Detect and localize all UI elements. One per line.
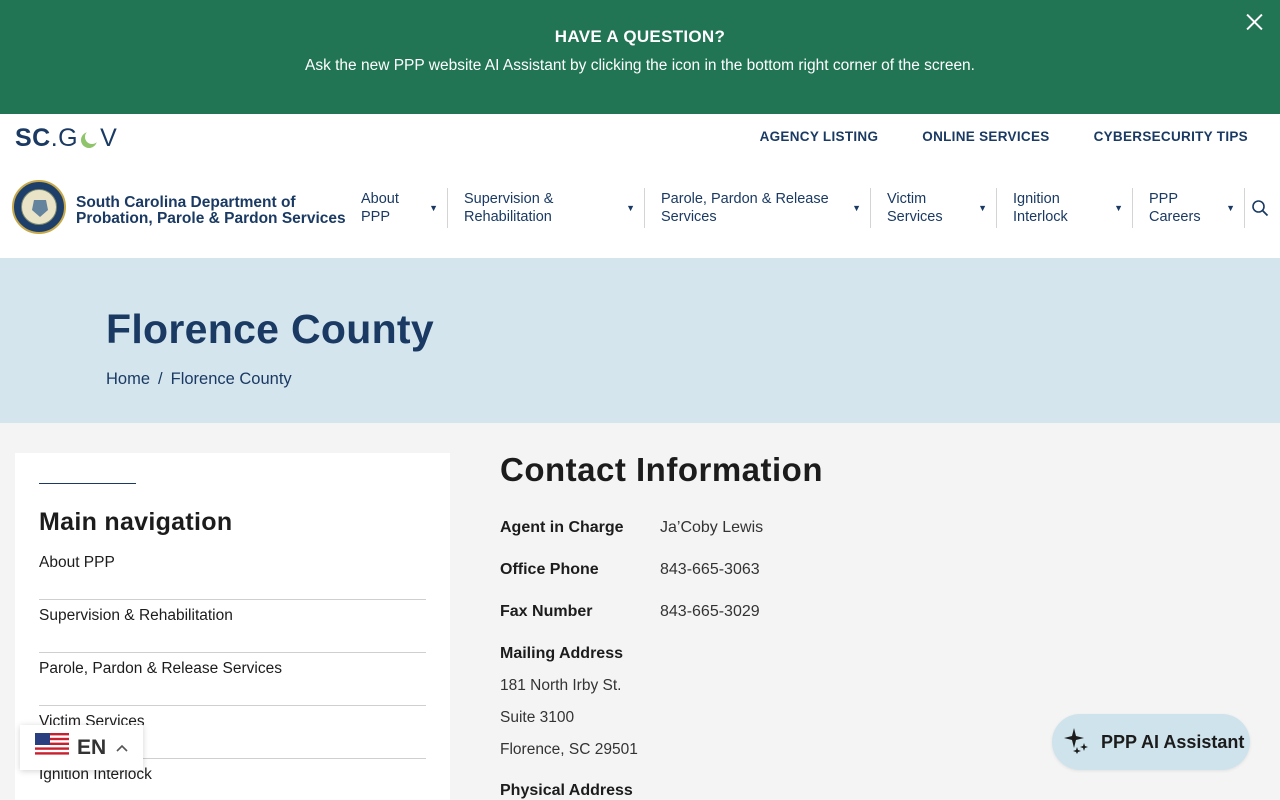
scgov-sc-text: SC: [15, 123, 51, 152]
scgov-g-text: .G: [50, 123, 79, 152]
mailing-address-line: Florence, SC 29501: [500, 741, 638, 758]
breadcrumb: Home / Florence County: [106, 370, 292, 389]
nav-ignition-interlock[interactable]: Ignition Interlock ▼: [997, 188, 1133, 228]
nav-line1: Supervision &: [464, 191, 554, 207]
breadcrumb-home[interactable]: Home: [106, 370, 150, 389]
fax-label: Fax Number: [500, 603, 593, 620]
banner-title: HAVE A QUESTION?: [554, 27, 726, 46]
nav-label: About PPP: [361, 190, 399, 226]
agency-seal-logo[interactable]: [12, 180, 66, 234]
nav-label: Supervision & Rehabilitation: [464, 190, 553, 226]
nav-line1: Parole, Pardon & Release: [661, 191, 829, 207]
physical-address-label: Physical Address: [500, 782, 633, 799]
nav-supervision[interactable]: Supervision & Rehabilitation ▼: [448, 188, 645, 228]
mailing-address-label: Mailing Address: [500, 645, 623, 662]
caret-down-icon: ▼: [852, 203, 861, 213]
nav-victim-services[interactable]: Victim Services ▼: [871, 188, 997, 228]
site-header: SC .G V AGENCY LISTING ONLINE SERVICES C…: [0, 114, 1280, 258]
caret-down-icon: ▼: [429, 203, 438, 213]
chevron-up-icon: [116, 739, 128, 757]
agent-label: Agent in Charge: [500, 519, 624, 536]
nav-line2: Rehabilitation: [464, 209, 552, 225]
sidebar-item-about-ppp[interactable]: About PPP: [39, 547, 426, 600]
nav-line2: Interlock: [1013, 209, 1068, 225]
language-selector[interactable]: EN: [20, 725, 143, 770]
contact-heading: Contact Information: [500, 451, 823, 488]
main-nav: About PPP ▼ Supervision & Rehabilitation ▼…: [352, 188, 1275, 228]
utility-nav: AGENCY LISTING ONLINE SERVICES CYBERSECU…: [760, 129, 1248, 144]
nav-ppp-careers[interactable]: PPP Careers ▼: [1133, 188, 1245, 228]
nav-label: Parole, Pardon & Release Services: [661, 190, 829, 226]
sidebar-title: Main navigation: [39, 508, 233, 536]
sidebar-item-parole-pardon[interactable]: Parole, Pardon & Release Services: [39, 653, 426, 706]
page-title: Florence County: [106, 306, 434, 352]
search-icon[interactable]: [1245, 188, 1275, 228]
us-flag-icon: [35, 733, 69, 762]
banner-text: Ask the new PPP website AI Assistant by …: [304, 57, 975, 74]
ai-assistant-button[interactable]: PPP AI Assistant: [1052, 714, 1250, 770]
scgov-logo[interactable]: SC .G V: [15, 124, 117, 152]
caret-down-icon: ▼: [1114, 203, 1123, 213]
crescent-moon-icon: [79, 128, 100, 148]
caret-down-icon: ▼: [626, 203, 635, 213]
nav-label: Victim Services: [887, 190, 943, 226]
scgov-v-text: V: [100, 123, 118, 152]
nav-line1: Ignition: [1013, 191, 1060, 207]
fax-value: 843-665-3029: [660, 603, 760, 620]
phone-value[interactable]: 843-665-3063: [660, 561, 760, 579]
mailing-address-line: 181 North Irby St.: [500, 677, 622, 694]
agent-value: Ja’Coby Lewis: [660, 519, 764, 536]
agency-name-line2: Probation, Parole & Pardon Services: [76, 210, 346, 227]
cybersecurity-tips-link[interactable]: CYBERSECURITY TIPS: [1094, 129, 1248, 144]
sparkles-icon: [1064, 726, 1090, 759]
caret-down-icon: ▼: [1226, 203, 1235, 213]
nav-line1: Victim: [887, 191, 927, 207]
agency-listing-link[interactable]: AGENCY LISTING: [760, 129, 879, 144]
ai-assistant-label: PPP AI Assistant: [1101, 731, 1245, 752]
nav-parole-pardon[interactable]: Parole, Pardon & Release Services ▼: [645, 188, 871, 228]
breadcrumb-current: Florence County: [170, 370, 292, 388]
online-services-link[interactable]: ONLINE SERVICES: [922, 129, 1049, 144]
page-hero: Florence County Home / Florence County: [0, 258, 1280, 423]
nav-line2: Careers: [1149, 209, 1201, 225]
caret-down-icon: ▼: [978, 203, 987, 213]
close-icon[interactable]: [1242, 10, 1266, 34]
nav-line2: Services: [661, 209, 717, 225]
nav-line1: About: [361, 191, 399, 207]
sidebar-item-supervision[interactable]: Supervision & Rehabilitation: [39, 600, 426, 653]
announcement-banner: HAVE A QUESTION? Ask the new PPP website…: [0, 0, 1280, 114]
nav-line2: PPP: [361, 209, 391, 225]
nav-line2: Services: [887, 209, 943, 225]
agency-name[interactable]: South Carolina Department of Probation, …: [76, 195, 346, 227]
nav-label: PPP Careers: [1149, 190, 1201, 226]
mailing-address-line: Suite 3100: [500, 709, 575, 726]
nav-label: Ignition Interlock: [1013, 190, 1068, 226]
agency-name-line1: South Carolina Department of: [76, 194, 296, 211]
language-code: EN: [77, 735, 107, 759]
sidebar-divider: [39, 483, 136, 484]
nav-line1: PPP: [1149, 191, 1179, 207]
seal-inner: [21, 189, 57, 225]
phone-label: Office Phone: [500, 561, 599, 578]
nav-about-ppp[interactable]: About PPP ▼: [352, 188, 448, 228]
breadcrumb-separator: /: [158, 370, 163, 388]
